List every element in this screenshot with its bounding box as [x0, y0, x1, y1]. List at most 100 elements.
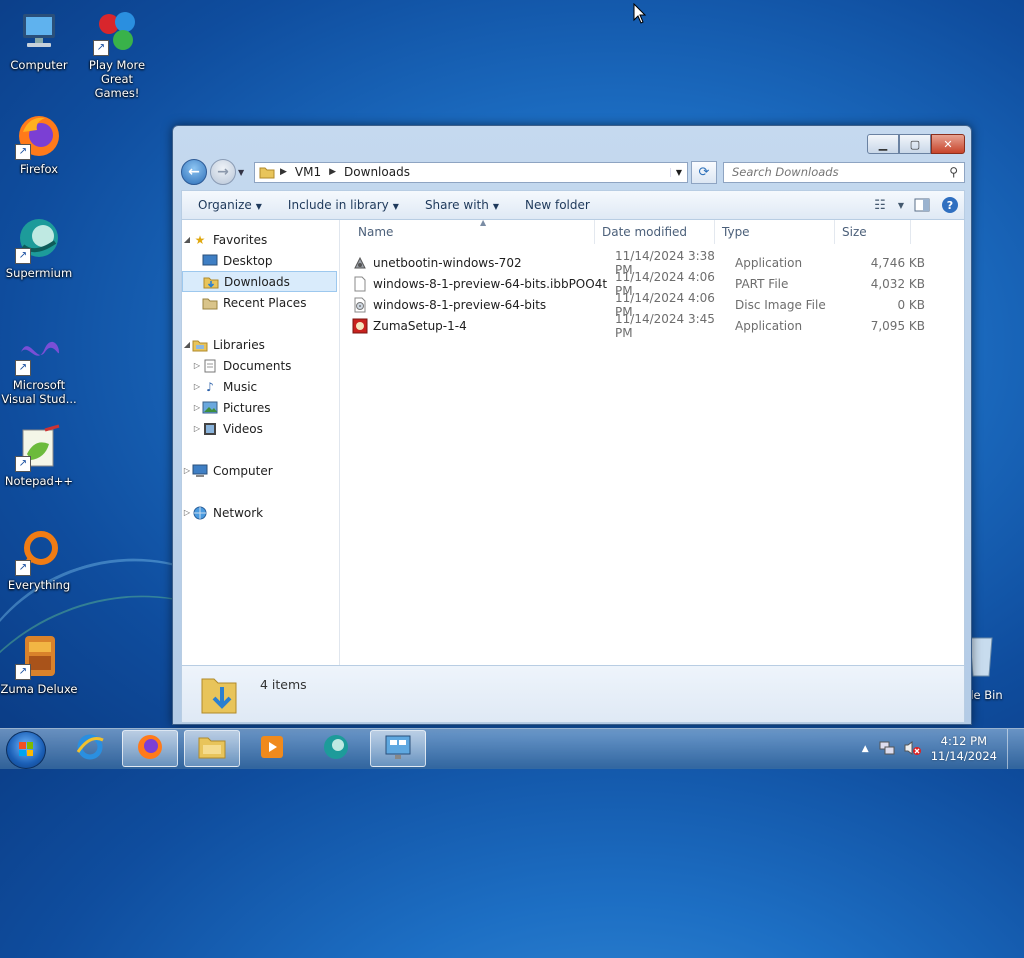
minimize-button[interactable]: ▁ — [867, 134, 899, 154]
desktop-icon-computer[interactable]: Computer — [0, 8, 78, 72]
search-input[interactable] — [730, 164, 950, 180]
change-view-icon[interactable]: ☷ — [866, 194, 894, 216]
star-icon: ★ — [194, 232, 206, 247]
taskbar-remote-desktop[interactable] — [370, 730, 426, 767]
preview-pane-icon[interactable] — [908, 194, 936, 216]
taskbar-ie[interactable] — [62, 730, 118, 767]
collapse-arrow-icon[interactable]: ▷ — [182, 508, 192, 517]
desktop-icon-label: Everything — [7, 578, 71, 592]
maximize-button[interactable]: ▢ — [899, 134, 931, 154]
refresh-button[interactable]: ⟳ — [691, 160, 717, 184]
recent-pages-dropdown[interactable]: ▼ — [238, 168, 250, 177]
caret-down-icon: ▼ — [492, 202, 499, 211]
close-button[interactable]: ✕ — [931, 134, 965, 154]
nav-libraries[interactable]: ◢ Libraries — [182, 334, 338, 355]
help-button[interactable]: ? — [936, 194, 964, 216]
recycle-bin-icon — [966, 632, 1024, 680]
expand-arrow-icon[interactable]: ◢ — [182, 340, 192, 349]
taskbar-supermium[interactable] — [308, 730, 364, 767]
taskbar: ▲ 4:12 PM 11/14/2024 — [0, 728, 1024, 769]
network-tray-icon[interactable] — [879, 740, 895, 759]
disc-image-icon — [352, 297, 368, 313]
caret-down-icon: ▼ — [255, 202, 262, 211]
explorer-window: ▁ ▢ ✕ ← → ▼ ▶ VM1 ▶ Downloads ▼ ⟳ ⚲ Orga… — [172, 125, 972, 725]
folder-icon — [197, 734, 227, 763]
nav-computer[interactable]: ▷ Computer — [182, 460, 338, 481]
expand-arrow-icon[interactable]: ◢ — [182, 235, 192, 244]
windows-logo-icon — [19, 742, 33, 756]
file-type: PART File — [735, 276, 789, 291]
firefox-icon: ↗ — [15, 112, 63, 160]
new-folder-button[interactable]: New folder — [509, 198, 600, 212]
file-size: 0 KB — [897, 297, 925, 312]
start-button[interactable] — [6, 731, 46, 769]
desktop-icon-label: Computer — [10, 58, 68, 72]
chevron-right-icon[interactable]: ▶ — [280, 167, 287, 177]
desktop-icon-label: Microsoft Visual Stud... — [1, 378, 77, 406]
desktop-icon-visual-studio[interactable]: ↗ Microsoft Visual Stud... — [0, 328, 78, 406]
volume-muted-icon[interactable] — [903, 740, 921, 759]
collapse-arrow-icon[interactable]: ▷ — [192, 403, 202, 412]
breadcrumb-downloads[interactable]: Downloads — [344, 165, 410, 179]
column-header-size[interactable]: Size — [835, 220, 911, 244]
navigation-pane: ◢ ★ Favorites Desktop Downloads Recent P… — [182, 220, 340, 665]
collapse-arrow-icon[interactable]: ▷ — [182, 466, 192, 475]
nav-videos[interactable]: ▷ Videos — [182, 418, 348, 439]
breadcrumb-vm1[interactable]: VM1 — [295, 165, 321, 179]
file-row[interactable]: ZumaSetup-1-4 11/14/2024 3:45 PM Applica… — [340, 312, 964, 340]
chevron-right-icon[interactable]: ▶ — [329, 167, 336, 177]
nav-downloads[interactable]: Downloads — [182, 271, 337, 292]
back-button[interactable]: ← — [181, 159, 207, 185]
share-with-menu[interactable]: Share with ▼ — [409, 198, 509, 212]
address-bar[interactable]: ▶ VM1 ▶ Downloads ▼ — [254, 161, 688, 183]
collapse-arrow-icon[interactable]: ▷ — [192, 361, 202, 370]
forward-button[interactable]: → — [210, 159, 236, 185]
column-header-name[interactable]: Name — [340, 220, 595, 244]
blank-file-icon — [352, 276, 368, 292]
nav-pictures[interactable]: ▷ Pictures — [182, 397, 348, 418]
clock[interactable]: 4:12 PM 11/14/2024 — [931, 734, 997, 764]
column-headers: Name Date modified Type Size — [340, 220, 964, 244]
libraries-icon — [192, 338, 208, 352]
desktop-icon-label: Notepad++ — [4, 474, 74, 488]
nav-network[interactable]: ▷ Network — [182, 502, 338, 523]
desktop-icon — [202, 254, 218, 268]
firefox-icon — [135, 732, 165, 765]
search-box[interactable]: ⚲ — [723, 161, 965, 183]
nav-desktop[interactable]: Desktop — [182, 250, 358, 271]
nav-documents[interactable]: ▷ Documents — [182, 355, 348, 376]
file-name: windows-8-1-preview-64-bits.ibbPOO4t.i..… — [373, 276, 607, 291]
desktop-icon-label: Firefox — [19, 162, 59, 176]
show-hidden-icons-icon[interactable]: ▲ — [862, 744, 869, 754]
nav-music[interactable]: ▷ ♪ Music — [182, 376, 348, 397]
nav-recent-places[interactable]: Recent Places — [182, 292, 358, 313]
column-header-type[interactable]: Type — [715, 220, 835, 244]
show-desktop-button[interactable] — [1007, 729, 1018, 769]
desktop-icon-supermium[interactable]: ↗ Supermium — [0, 216, 78, 280]
desktop-icon-notepadpp[interactable]: ↗ Notepad++ — [0, 424, 78, 488]
taskbar-media-player[interactable] — [244, 730, 300, 767]
desktop-icon-everything[interactable]: ↗ Everything — [0, 528, 78, 592]
file-name: unetbootin-windows-702 — [373, 255, 522, 270]
desktop-icon-label: Supermium — [5, 266, 73, 280]
desktop-icon-firefox[interactable]: ↗ Firefox — [0, 112, 78, 176]
file-name: ZumaSetup-1-4 — [373, 318, 467, 333]
organize-menu[interactable]: Organize ▼ — [182, 198, 272, 212]
collapse-arrow-icon[interactable]: ▷ — [192, 424, 202, 433]
desktop-icon-play-more-games[interactable]: ↗ Play More Great Games! — [78, 8, 156, 100]
desktop-icon-zuma-deluxe[interactable]: ↗ Zuma Deluxe — [0, 632, 78, 696]
desktop-icon-recycle-bin[interactable]: cle Bin — [964, 632, 1024, 702]
search-icon[interactable]: ⚲ — [949, 165, 958, 179]
desktop-icon-label: Play More Great Games! — [88, 58, 146, 100]
column-header-date-modified[interactable]: Date modified — [595, 220, 715, 244]
collapse-arrow-icon[interactable]: ▷ — [192, 382, 202, 391]
view-dropdown-icon[interactable]: ▼ — [894, 194, 908, 216]
address-dropdown-icon[interactable]: ▼ — [670, 167, 687, 177]
include-in-library-menu[interactable]: Include in library ▼ — [272, 198, 409, 212]
file-type: Disc Image File — [735, 297, 826, 312]
shortcut-arrow-icon: ↗ — [15, 360, 31, 376]
taskbar-explorer[interactable] — [184, 730, 240, 767]
taskbar-firefox[interactable] — [122, 730, 178, 767]
shortcut-arrow-icon: ↗ — [15, 248, 31, 264]
nav-favorites[interactable]: ◢ ★ Favorites — [182, 229, 338, 250]
